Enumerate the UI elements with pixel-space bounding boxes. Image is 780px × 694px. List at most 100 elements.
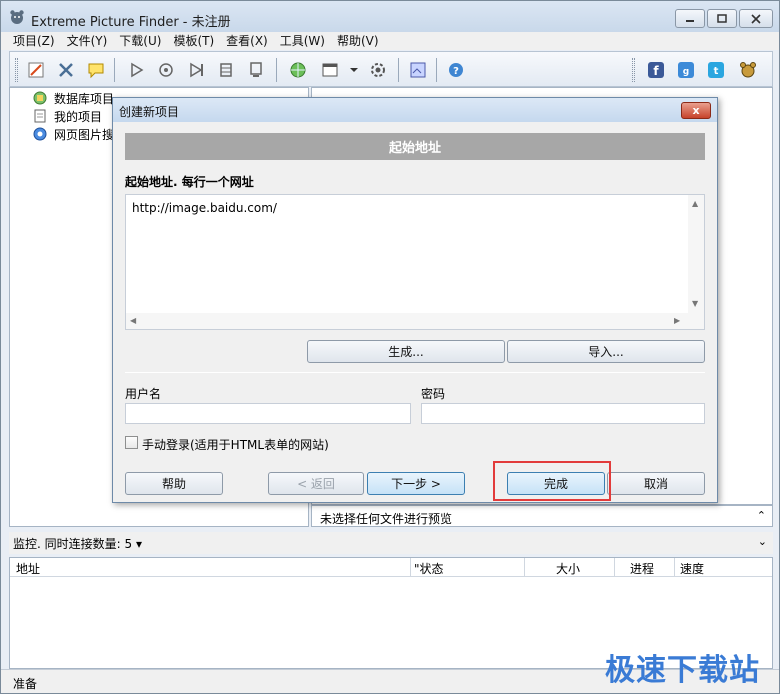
manual-login-checkbox[interactable] (125, 436, 138, 449)
google-plus-icon[interactable]: g (676, 60, 696, 80)
scroll-left-icon[interactable]: ◀ (130, 316, 136, 325)
title-bar: Extreme Picture Finder - 未注册 (1, 1, 779, 33)
import-button[interactable]: 导入... (507, 340, 705, 363)
dialog-close-button[interactable]: x (681, 102, 711, 119)
monitor-text: 监控. 同时连接数量: 5 (13, 537, 133, 551)
chevron-up-icon[interactable]: ⌃ (757, 509, 766, 522)
bear-mascot-icon[interactable] (738, 60, 758, 80)
menu-project[interactable]: 项目(Z) (7, 32, 61, 50)
comment-icon[interactable] (86, 60, 106, 80)
menu-bar: 项目(Z) 文件(Y) 下载(U) 模板(T) 查看(X) 工具(W) 帮助(V… (1, 32, 779, 50)
toolbar-separator (436, 58, 437, 82)
start-url-textarea[interactable]: http://image.baidu.com/ ▲ ▼ ◀ ▶ (125, 194, 705, 330)
column-divider[interactable] (674, 558, 675, 577)
tree-item-my-projects[interactable]: 我的项目 (32, 107, 102, 125)
edit-icon[interactable] (26, 60, 46, 80)
finish-highlight-box (493, 461, 611, 501)
toolbar-separator (114, 58, 115, 82)
menu-download[interactable]: 下载(U) (113, 32, 167, 50)
help-button[interactable]: 帮助 (125, 472, 223, 495)
maximize-button[interactable] (707, 9, 737, 28)
status-text: 准备 (13, 677, 38, 691)
vertical-scrollbar[interactable]: ▲ ▼ (688, 195, 704, 313)
svg-text:g: g (683, 67, 689, 77)
username-label: 用户名 (125, 387, 162, 401)
password-input[interactable] (421, 403, 705, 424)
watermark-logo: 极速下载站 (605, 653, 760, 688)
manual-login-label: 手动登录(适用于HTML表单的网站) (142, 438, 329, 452)
tree-item-web-image-search[interactable]: 网页图片搜 (32, 125, 114, 143)
generate-button[interactable]: 生成... (307, 340, 505, 363)
column-status[interactable]: "状态 (414, 560, 444, 577)
toolbar-separator (276, 58, 277, 82)
document-icon (34, 109, 46, 123)
menu-help[interactable]: 帮助(V) (331, 32, 385, 50)
svg-text:f: f (653, 64, 659, 78)
password-label: 密码 (421, 387, 446, 401)
scroll-down-icon[interactable]: ▼ (692, 299, 698, 308)
chevron-down-icon[interactable]: ⌄ (758, 535, 767, 548)
svg-text:t: t (714, 66, 719, 77)
minimize-icon (686, 19, 694, 22)
dialog-title-bar: 创建新项目 x (113, 98, 717, 122)
step-icon[interactable] (186, 60, 206, 80)
tree-item-database-projects[interactable]: 数据库项目 (32, 89, 114, 107)
bear-app-icon (10, 10, 24, 24)
start-url-label: 起始地址. 每行一个网址 (125, 175, 254, 189)
menu-tools[interactable]: 工具(W) (274, 32, 331, 50)
create-project-dialog: 创建新项目 x 起始地址 起始地址. 每行一个网址 http://image.b… (112, 97, 718, 503)
scroll-up-icon[interactable]: ▲ (692, 199, 698, 208)
close-button[interactable] (739, 9, 773, 28)
column-divider[interactable] (410, 558, 411, 577)
facebook-icon[interactable]: f (646, 60, 666, 80)
target-icon[interactable] (156, 60, 176, 80)
calendar-icon[interactable] (320, 60, 340, 80)
chevron-down-icon[interactable] (344, 60, 364, 80)
start-url-value: http://image.baidu.com/ (132, 201, 277, 215)
tools-icon[interactable] (56, 60, 76, 80)
globe-icon[interactable] (288, 60, 308, 80)
close-icon: x (692, 104, 700, 117)
gallery-icon[interactable] (408, 60, 428, 80)
next-button[interactable]: 下一步 > (367, 472, 465, 495)
download-stack-icon[interactable] (246, 60, 266, 80)
stack-icon[interactable] (216, 60, 236, 80)
tree-item-label: 网页图片搜 (54, 127, 115, 142)
play-icon[interactable] (126, 60, 146, 80)
section-divider (125, 372, 705, 373)
menu-file[interactable]: 文件(Y) (61, 32, 114, 50)
help-icon[interactable]: ? (446, 60, 466, 80)
horizontal-scrollbar[interactable]: ◀ ▶ (126, 313, 704, 329)
scroll-right-icon[interactable]: ▶ (674, 316, 680, 325)
column-address[interactable]: 地址 (16, 560, 40, 577)
menu-template[interactable]: 模板(T) (167, 32, 220, 50)
twitter-icon[interactable]: t (706, 60, 726, 80)
search-globe-icon (33, 127, 47, 141)
preview-bar: 未选择任何文件进行预览 ⌃ (311, 505, 773, 527)
main-window: Extreme Picture Finder - 未注册 项目(Z) 文件(Y)… (0, 0, 780, 694)
minimize-button[interactable] (675, 9, 705, 28)
window-title: Extreme Picture Finder - 未注册 (31, 15, 231, 30)
monitor-bar: 监控. 同时连接数量: 5 ▾ ⌄ (9, 532, 773, 554)
chevron-down-icon: ▾ (135, 537, 142, 551)
dialog-title: 创建新项目 (119, 105, 180, 119)
section-banner: 起始地址 (125, 133, 705, 160)
preview-status-text: 未选择任何文件进行预览 (320, 512, 453, 526)
username-input[interactable] (125, 403, 411, 424)
column-speed[interactable]: 速度 (680, 560, 704, 577)
column-divider[interactable] (524, 558, 525, 577)
toolbar-grip[interactable] (632, 58, 635, 82)
back-button[interactable]: < 返回 (268, 472, 364, 495)
gear-icon[interactable] (368, 60, 388, 80)
column-size[interactable]: 大小 (556, 560, 580, 577)
monitor-connections-dropdown[interactable]: 监控. 同时连接数量: 5 ▾ (13, 535, 142, 552)
column-progress[interactable]: 进程 (630, 560, 654, 577)
cancel-button[interactable]: 取消 (607, 472, 705, 495)
database-icon (33, 91, 47, 105)
column-divider[interactable] (614, 558, 615, 577)
download-table-header: 地址 "状态 大小 进程 速度 (10, 558, 772, 577)
menu-view[interactable]: 查看(X) (220, 32, 274, 50)
close-icon (751, 13, 761, 24)
toolbar-grip[interactable] (15, 58, 18, 82)
tree-item-label: 数据库项目 (54, 91, 115, 106)
